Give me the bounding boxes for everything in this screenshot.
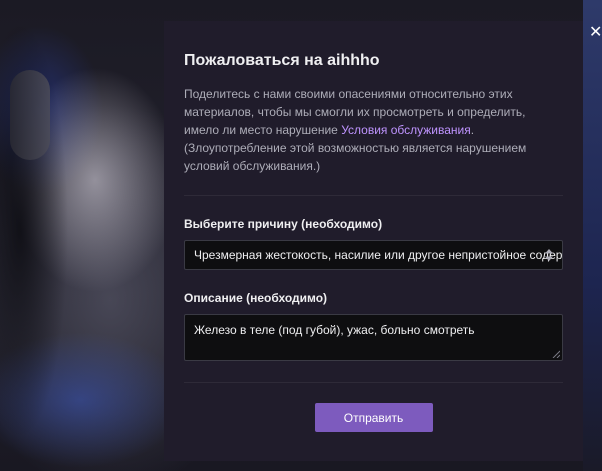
close-icon[interactable]: ✕ [589,24,602,42]
reason-label: Выберите причину (необходимо) [184,217,383,231]
divider [184,195,563,196]
description-textarea-value: Железо в теле (под губой), ужас, больно … [194,323,475,337]
divider [184,382,563,383]
reason-select-value: Чрезмерная жестокость, насилие или друго… [194,248,563,262]
modal-title: Пожаловаться на aihhho [184,52,380,69]
video-background-edge [583,0,602,471]
video-background-headphone [10,70,50,160]
resize-handle-icon[interactable] [552,350,560,358]
submit-row: Отправить [184,403,563,432]
terms-of-service-link[interactable]: Условия обслуживания [341,123,471,137]
report-modal: Пожаловаться на aihhho Поделитесь с нами… [164,21,583,461]
description-label: Описание (необходимо) [184,291,328,305]
description-textarea[interactable]: Железо в теле (под губой), ужас, больно … [184,314,563,361]
reason-select[interactable]: Чрезмерная жестокость, насилие или друго… [184,240,563,270]
submit-button[interactable]: Отправить [314,403,433,432]
modal-description: Поделитесь с нами своими опасениями отно… [184,85,563,175]
select-arrows-icon [545,249,553,261]
